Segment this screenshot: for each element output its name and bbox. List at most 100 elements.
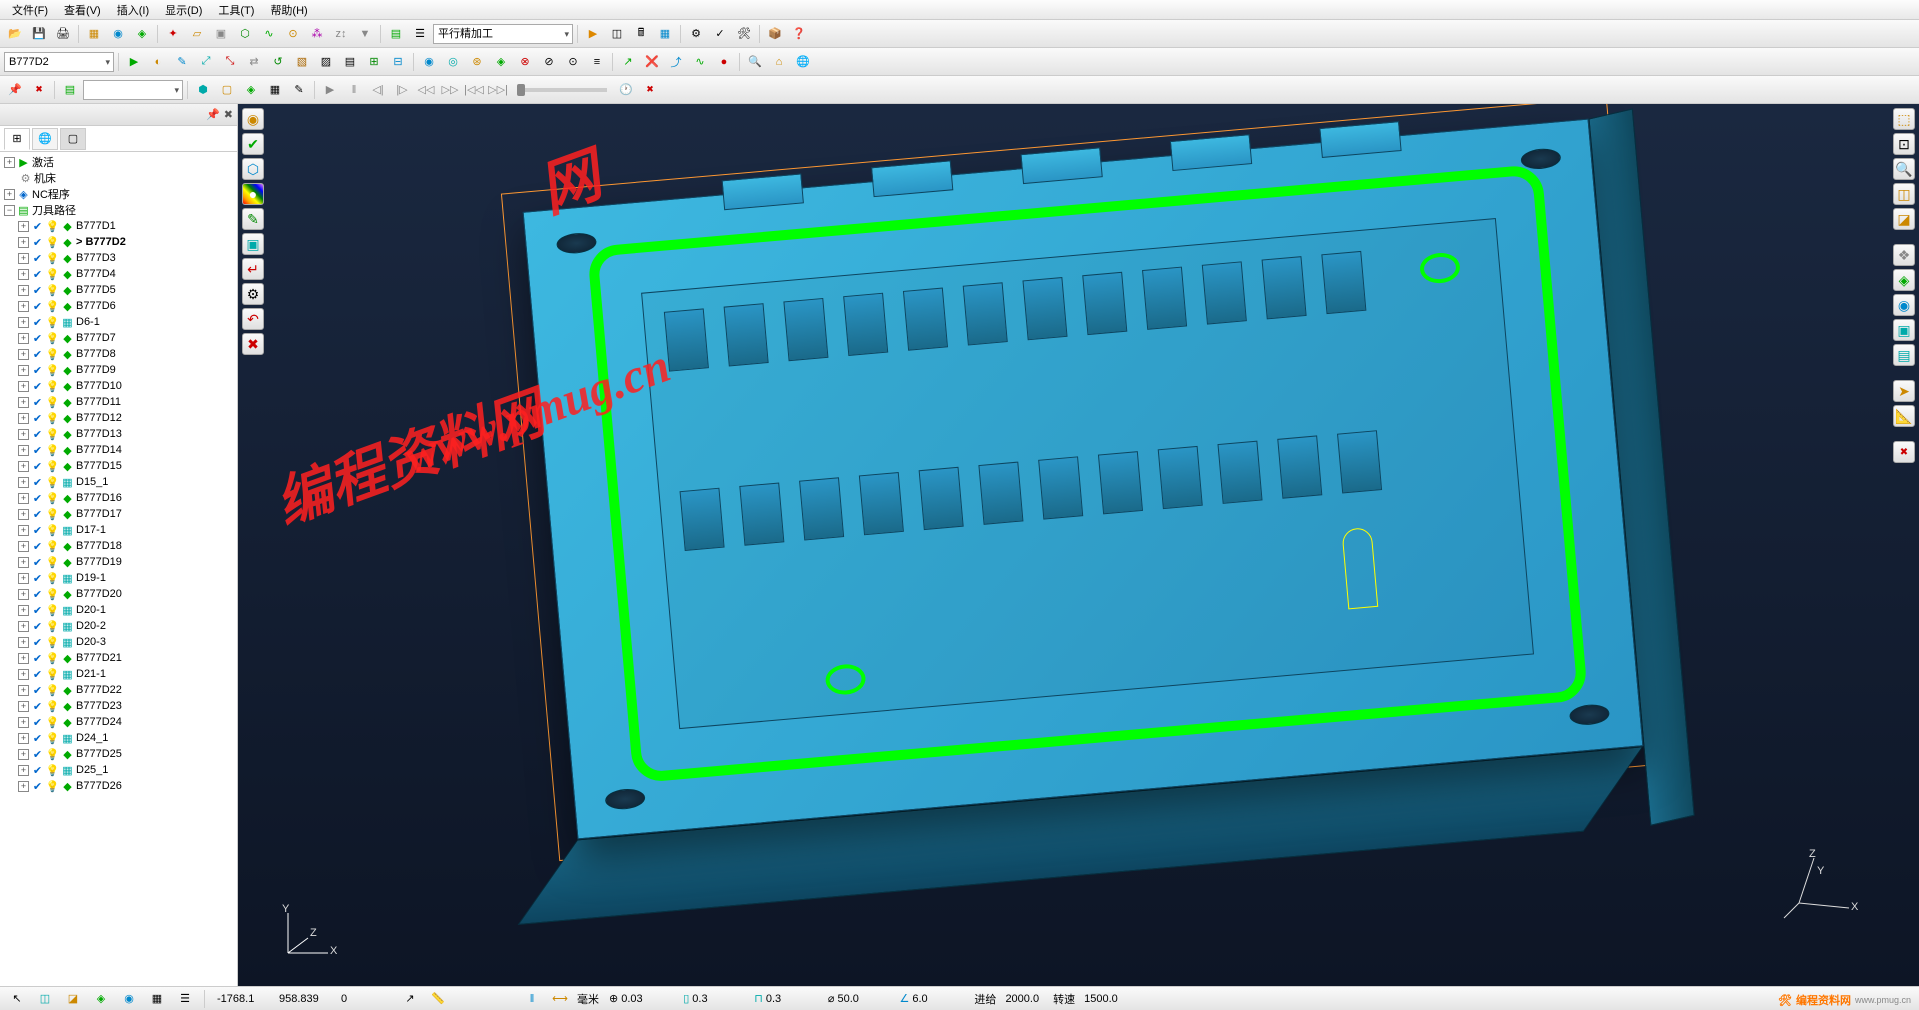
tree-item[interactable]: +✔💡◆B777D13 [0,426,237,442]
menu-help[interactable]: 帮助(H) [262,0,315,20]
sb-cursor-icon[interactable]: ↖ [6,988,28,1010]
vp-del-icon[interactable]: ✖ [242,333,264,355]
lock-icon[interactable]: ❌ [641,51,663,73]
sb-i2[interactable]: ◪ [62,988,84,1010]
shade-icon[interactable]: ▤ [59,79,81,101]
tab-other[interactable]: ▢ [60,128,86,150]
spiral-icon[interactable]: ⊙ [282,23,304,45]
vp-v1-icon[interactable]: ❖ [1893,244,1915,266]
vp-measure-icon[interactable]: 📐 [1893,405,1915,427]
tree-activate[interactable]: 激活 [32,154,54,170]
view-icon-3[interactable]: ⊛ [466,51,488,73]
tree-item[interactable]: +✔💡◆B777D6 [0,298,237,314]
vp-undo-icon[interactable]: ↶ [242,308,264,330]
step-back-icon[interactable]: ◁| [367,79,389,101]
sim-btn-1[interactable]: ⬢ [192,79,214,101]
home-icon[interactable]: ⌂ [768,51,790,73]
sb-i6[interactable]: ☰ [174,988,196,1010]
vp-sel-icon[interactable]: ▣ [242,233,264,255]
vp-close-icon[interactable]: ✖ [1893,441,1915,463]
tp-icon-4[interactable]: ⤢ [195,51,217,73]
tree-toolpath[interactable]: 刀具路径 [32,202,76,218]
point-icon[interactable]: ⁂ [306,23,328,45]
vp-wire-icon[interactable]: ⬡ [242,158,264,180]
sb-pause-icon[interactable]: ‖ [521,988,543,1010]
start-icon[interactable]: ● [713,51,735,73]
vp-cube2-icon[interactable]: ◪ [1893,208,1915,230]
list-icon[interactable]: ☰ [409,23,431,45]
viewport-3d[interactable]: ◉ ✔ ⬡ ● ✎ ▣ ↵ ⚙ ↶ ✖ ⬚ ⊡ 🔍 ◫ ◪ ❖ ◈ ◉ ▣ ▤ … [238,104,1919,986]
tree-item[interactable]: +✔💡◆B777D25 [0,746,237,762]
vp-gear-icon[interactable]: ⚙ [242,283,264,305]
tree-item[interactable]: +✔💡▦D20-2 [0,618,237,634]
tree-item[interactable]: +✔💡▦D20-1 [0,602,237,618]
tp-icon-10[interactable]: ▤ [339,51,361,73]
sim-btn-2[interactable]: ▢ [216,79,238,101]
cylinder-icon[interactable]: ◉ [107,23,129,45]
tree-item[interactable]: +✔💡◆B777D20 [0,586,237,602]
tree-item[interactable]: +✔💡◆> B777D2 [0,234,237,250]
tree-item[interactable]: +✔💡◆B777D9 [0,362,237,378]
tree-item[interactable]: +✔💡◆B777D18 [0,538,237,554]
skip-start-icon[interactable]: |◁◁ [463,79,485,101]
tree-item[interactable]: +✔💡◆B777D14 [0,442,237,458]
tree-item[interactable]: +✔💡◆B777D21 [0,650,237,666]
vp-ret-icon[interactable]: ↵ [242,258,264,280]
sb-unit-icon[interactable]: ⟷ [549,988,571,1010]
vp-v4-icon[interactable]: ▣ [1893,319,1915,341]
tree-item[interactable]: +✔💡▦D15_1 [0,474,237,490]
view-icon-8[interactable]: ≡ [586,51,608,73]
tab-tree[interactable]: ⊞ [4,128,30,150]
sb-i1[interactable]: ◫ [34,988,56,1010]
vp-edit-icon[interactable]: ✎ [242,208,264,230]
tree-item[interactable]: +✔💡◆B777D3 [0,250,237,266]
vp-zoom-icon[interactable]: 🔍 [1893,158,1915,180]
vp-v5-icon[interactable]: ▤ [1893,344,1915,366]
block-icon[interactable]: ▦ [83,23,105,45]
ffwd-icon[interactable]: ▷▷ [439,79,461,101]
tree-item[interactable]: +✔💡◆B777D12 [0,410,237,426]
menu-file[interactable]: 文件(F) [4,0,56,20]
tree-item[interactable]: +✔💡◆B777D16 [0,490,237,506]
tree-item[interactable]: +✔💡◆B777D23 [0,698,237,714]
sim-btn-3[interactable]: ◈ [240,79,262,101]
tab-world[interactable]: 🌐 [32,128,58,150]
level-icon[interactable]: z↕ [330,23,352,45]
sb-ruler-icon[interactable]: 📏 [427,988,449,1010]
tree-item[interactable]: +✔💡▦D20-3 [0,634,237,650]
tree-nc[interactable]: NC程序 [32,186,70,202]
close-icon[interactable]: ✖ [224,108,233,121]
menu-view[interactable]: 查看(V) [56,0,109,20]
vp-cube1-icon[interactable]: ◫ [1893,183,1915,205]
tree-item[interactable]: +✔💡▦D25_1 [0,762,237,778]
tree-item[interactable]: +✔💡▦D17-1 [0,522,237,538]
menu-display[interactable]: 显示(D) [157,0,210,20]
tree-item[interactable]: +✔💡◆B777D10 [0,378,237,394]
leads-icon[interactable]: ⤴ [665,51,687,73]
strategy-icon[interactable]: ▤ [385,23,407,45]
axis-icon[interactable]: ✦ [162,23,184,45]
sb-arrow-icon[interactable]: ↗ [399,988,421,1010]
arrow-icon[interactable]: ↗ [617,51,639,73]
tree-item[interactable]: +✔💡◆B777D11 [0,394,237,410]
sim-btn-5[interactable]: ✎ [288,79,310,101]
view-icon-2[interactable]: ◎ [442,51,464,73]
clock-icon[interactable]: 🕐 [615,79,637,101]
tree-item[interactable]: +✔💡▦D21-1 [0,666,237,682]
queue-icon[interactable]: ◫ [606,23,628,45]
sim-close-icon[interactable]: ✖ [639,79,661,101]
rewind-icon[interactable]: ◁◁ [415,79,437,101]
tp-icon-6[interactable]: ⇄ [243,51,265,73]
tp-icon-9[interactable]: ▨ [315,51,337,73]
pin-icon[interactable]: 📌 [4,79,26,101]
tree-item[interactable]: +✔💡▦D6-1 [0,314,237,330]
vp-fit-icon[interactable]: ⊡ [1893,133,1915,155]
tp-icon-1[interactable]: ▶ [123,51,145,73]
calculator-icon[interactable]: 🖩 [630,23,652,45]
menu-tools[interactable]: 工具(T) [210,0,262,20]
zoom-icon[interactable]: 🔍 [744,51,766,73]
tools2-icon[interactable]: 🛠 [733,23,755,45]
help-icon[interactable]: ❓ [788,23,810,45]
tree-machine[interactable]: 机床 [34,170,56,186]
explorer-tree[interactable]: +▶激活 ⚙机床 +◈NC程序 −▤刀具路径 +✔💡◆B777D1+✔💡◆> B… [0,152,237,986]
